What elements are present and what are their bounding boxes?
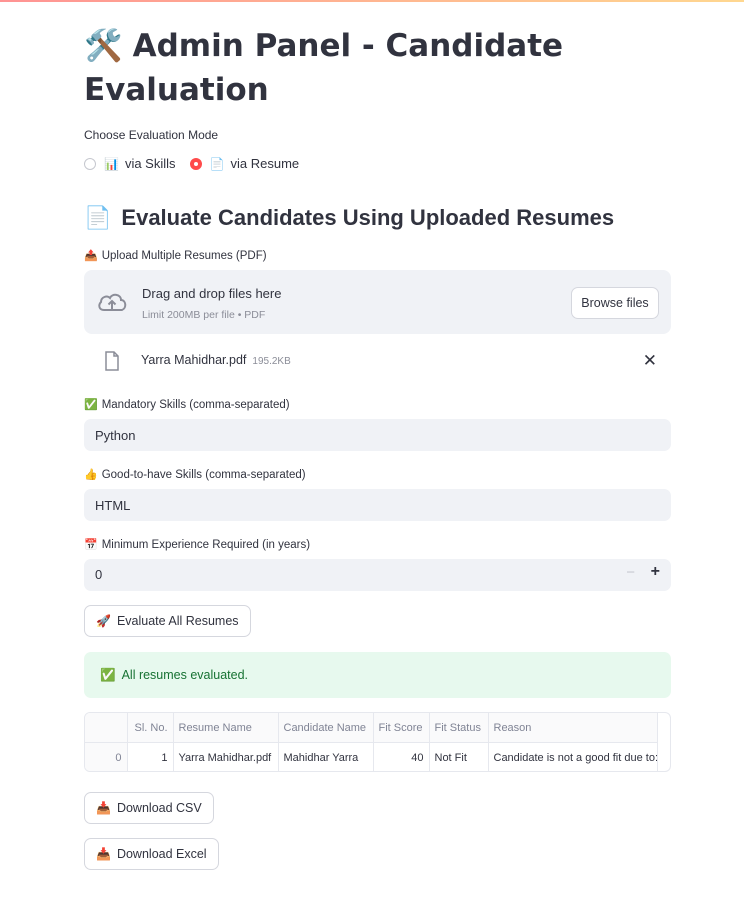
document-icon: 📄 — [209, 156, 225, 171]
bar-chart-icon: 📊 — [104, 156, 119, 171]
uploaded-file: Yarra Mahidhar.pdf 195.2KB — [141, 353, 291, 367]
button-label: Download Excel — [116, 847, 207, 861]
mode-label: Choose Evaluation Mode — [84, 128, 219, 142]
good-to-have-label: 👍 Good-to-have Skills (comma-separated) — [84, 468, 306, 481]
reason-cell[interactable]: Candidate is not a good fit due to: — [488, 742, 658, 771]
radio-label: via Skills — [124, 156, 176, 171]
rocket-icon: 🚀 — [96, 614, 111, 628]
page-title: 🛠️ Admin Panel - Candidate Evaluation — [84, 24, 644, 112]
mandatory-skills-input[interactable]: Python — [84, 419, 671, 451]
check-mark-icon: ✅ — [84, 399, 98, 411]
column-header-sl-no[interactable]: Sl. No. — [127, 713, 174, 743]
success-alert: ✅ All resumes evaluated. — [84, 652, 671, 698]
radio-via-resume[interactable]: 📄 via Resume — [189, 156, 300, 171]
row-index-cell[interactable]: 0 — [85, 742, 128, 771]
column-header-fit-status[interactable]: Fit Status — [429, 713, 489, 743]
candidate-name-cell[interactable]: Mahidhar Yarra — [278, 742, 374, 771]
table-header-row: Sl. No. Resume Name Candidate Name Fit S… — [85, 713, 658, 743]
download-excel-button[interactable]: 📥 Download Excel — [84, 838, 219, 870]
top-decoration-bar — [0, 0, 744, 2]
radio-circle-selected[interactable] — [189, 157, 202, 170]
evaluate-all-resumes-button[interactable]: 🚀 Evaluate All Resumes — [84, 605, 251, 637]
inbox-tray-icon: 📥 — [96, 847, 111, 861]
good-to-have-label-text: Good-to-have Skills (comma-separated) — [101, 469, 306, 481]
file-dropzone[interactable]: Drag and drop files here Limit 200MB per… — [84, 270, 671, 334]
mandatory-skills-label-text: Mandatory Skills (comma-separated) — [101, 399, 290, 411]
fit-score-cell[interactable]: 40 — [373, 742, 430, 771]
browse-files-button[interactable]: Browse files — [571, 287, 659, 319]
mandatory-skills-label: ✅ Mandatory Skills (comma-separated) — [84, 398, 290, 411]
upload-label: 📤 Upload Multiple Resumes (PDF) — [84, 249, 267, 262]
min-experience-label-text: Minimum Experience Required (in years) — [101, 539, 311, 551]
resume-name-cell[interactable]: Yarra Mahidhar.pdf — [173, 742, 279, 771]
results-table[interactable]: Sl. No. Resume Name Candidate Name Fit S… — [84, 712, 671, 772]
radio-circle-unselected[interactable] — [84, 157, 96, 170]
radio-label: via Resume — [230, 156, 300, 171]
file-size: 195.2KB — [252, 356, 291, 367]
download-csv-button[interactable]: 📥 Download CSV — [84, 792, 214, 824]
column-header-index[interactable] — [85, 713, 128, 743]
tools-icon: 🛠️ — [84, 28, 123, 64]
min-experience-value[interactable]: 0 — [95, 567, 102, 582]
dropzone-limit: Limit 200MB per file • PDF — [142, 309, 266, 321]
column-header-reason[interactable]: Reason — [488, 713, 658, 743]
sl-no-cell[interactable]: 1 — [127, 742, 174, 771]
column-header-fit-score[interactable]: Fit Score — [373, 713, 430, 743]
increment-button[interactable]: + — [651, 563, 660, 581]
button-label: Download CSV — [116, 801, 202, 815]
decrement-button[interactable]: − — [626, 564, 635, 581]
section-heading-text: Evaluate Candidates Using Uploaded Resum… — [121, 205, 615, 230]
dropzone-instructions: Drag and drop files here — [142, 286, 282, 301]
min-experience-number-input[interactable]: 0 − + — [84, 559, 671, 591]
inbox-tray-icon: 📥 — [96, 801, 111, 815]
results-dataframe: Sl. No. Resume Name Candidate Name Fit S… — [85, 713, 658, 771]
file-name: Yarra Mahidhar.pdf — [141, 353, 247, 367]
document-icon: 📄 — [84, 205, 112, 230]
alert-text: All resumes evaluated. — [121, 668, 249, 682]
uploaded-file-row: Yarra Mahidhar.pdf 195.2KB ✕ — [84, 345, 671, 379]
section-heading: 📄 Evaluate Candidates Using Uploaded Resu… — [84, 203, 614, 233]
file-icon — [105, 351, 119, 371]
fit-status-cell[interactable]: Not Fit — [429, 742, 489, 771]
button-label: Evaluate All Resumes — [116, 614, 239, 628]
calendar-icon: 📅 — [84, 539, 98, 551]
column-header-candidate-name[interactable]: Candidate Name — [278, 713, 374, 743]
mode-radio-group: 📊 via Skills 📄 via Resume — [84, 156, 313, 171]
remove-file-close-icon[interactable]: ✕ — [643, 351, 657, 371]
radio-via-skills[interactable]: 📊 via Skills — [84, 156, 176, 171]
check-mark-icon: ✅ — [100, 667, 116, 682]
upload-label-text: Upload Multiple Resumes (PDF) — [101, 250, 267, 262]
column-header-resume-name[interactable]: Resume Name — [173, 713, 279, 743]
table-row: 0 1 Yarra Mahidhar.pdf Mahidhar Yarra 40… — [85, 742, 658, 771]
thumbs-up-icon: 👍 — [84, 469, 98, 481]
outbox-tray-icon: 📤 — [84, 250, 98, 262]
cloud-upload-icon — [98, 293, 127, 311]
min-experience-label: 📅 Minimum Experience Required (in years) — [84, 538, 310, 551]
page-title-text: Admin Panel - Candidate Evaluation — [84, 28, 564, 108]
good-to-have-input[interactable]: HTML — [84, 489, 671, 521]
